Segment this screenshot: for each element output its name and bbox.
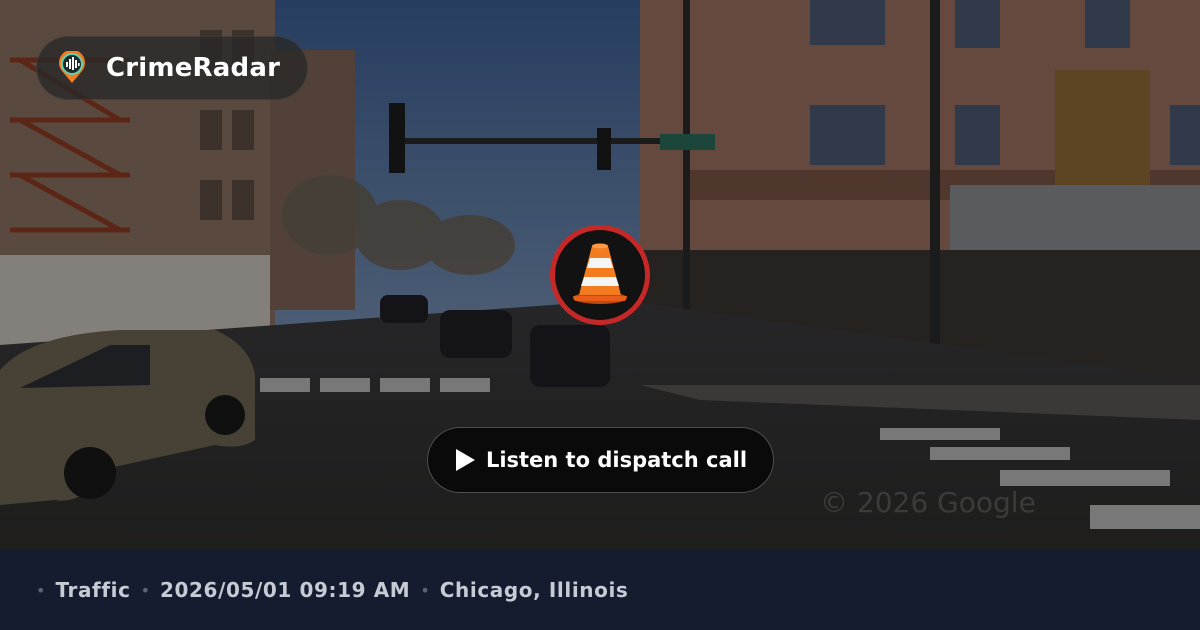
radar-pin-icon (57, 51, 87, 83)
separator-dot: • (420, 580, 430, 600)
incident-category-badge (547, 222, 653, 328)
google-watermark: © 2026 Google (820, 486, 1036, 519)
brand-pill[interactable]: CrimeRadar (36, 36, 308, 100)
traffic-cone-icon (550, 225, 650, 325)
incident-info-bar: • Traffic • 2026/05/01 09:19 AM • Chicag… (0, 550, 1200, 630)
incident-datetime: 2026/05/01 09:19 AM (160, 578, 411, 602)
listen-dispatch-button[interactable]: Listen to dispatch call (427, 427, 774, 493)
incident-category: Traffic (55, 578, 131, 602)
play-icon (454, 448, 476, 472)
separator-dot: • (36, 580, 46, 600)
brand-name: CrimeRadar (106, 53, 281, 83)
separator-dot: • (140, 580, 150, 600)
incident-location: Chicago, Illinois (439, 578, 629, 602)
listen-button-label: Listen to dispatch call (485, 448, 748, 472)
